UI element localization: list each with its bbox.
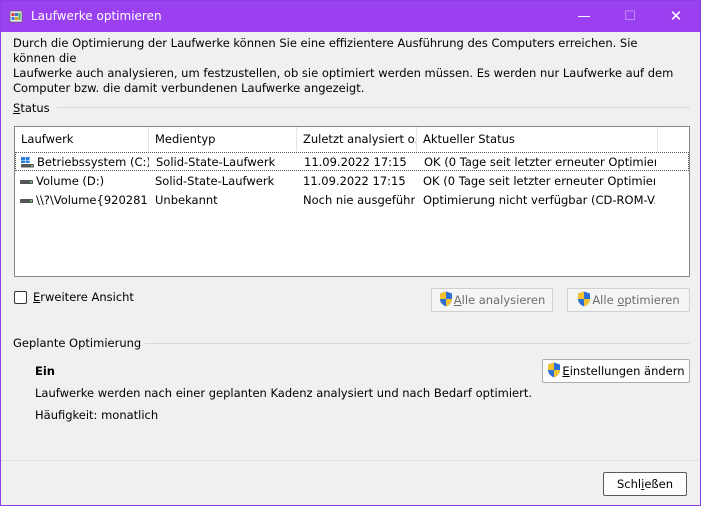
analyze-all-button[interactable]: Alle analysieren [431, 288, 553, 312]
optimize-all-button[interactable]: Alle optimieren [567, 288, 690, 312]
intro-line: Laufwerke auch analysieren, um festzuste… [13, 66, 674, 80]
scheduled-state: Ein [35, 364, 55, 378]
dialog-footer: Schließen [1, 460, 700, 505]
intro-line: Durch die Optimierung der Laufwerke könn… [13, 36, 638, 65]
uac-shield-icon [439, 291, 452, 307]
drive-last-analyzed: 11.09.2022 17:15 [303, 174, 406, 188]
drive-row-d[interactable]: Volume (D:) Solid-State-Laufwerk 11.09.2… [15, 172, 689, 191]
windows-drive-icon [21, 157, 34, 168]
drive-icon [20, 199, 33, 203]
status-group-heading: Status [13, 101, 50, 115]
drive-media-type: Unbekannt [155, 193, 218, 207]
drive-status: Optimierung nicht verfügbar (CD-ROM-V... [423, 193, 655, 207]
intro-line: Computer bzw. die damit verbundenen Lauf… [13, 81, 365, 95]
minimize-button[interactable]: — [561, 1, 607, 32]
intro-text: Durch die Optimierung der Laufwerke könn… [13, 36, 683, 96]
drive-status: OK (0 Tage seit letzter erneuter Optimie… [423, 174, 655, 188]
drive-name: \\?\Volume{920281... [36, 193, 148, 207]
drives-list[interactable]: Laufwerk Medientyp Zuletzt analysiert o.… [14, 126, 690, 277]
uac-shield-icon [548, 362, 561, 378]
column-last-analyzed[interactable]: Zuletzt analysiert o... [297, 127, 417, 151]
column-current-status[interactable]: Aktueller Status [417, 127, 658, 151]
drive-name: Volume (D:) [36, 174, 105, 188]
scheduled-description: Laufwerke werden nach einer geplanten Ka… [35, 386, 533, 400]
drive-icon [20, 180, 33, 184]
drive-row-c[interactable]: Betriebssystem (C:) Solid-State-Laufwerk… [15, 152, 689, 171]
status-group-divider [57, 107, 690, 108]
drive-name: Betriebssystem (C:) [37, 155, 149, 169]
window-title: Laufwerke optimieren [31, 9, 162, 23]
drive-media-type: Solid-State-Laufwerk [156, 155, 276, 169]
drive-status: OK (0 Tage seit letzter erneuter Optimie… [424, 155, 656, 169]
column-media-type[interactable]: Medientyp [149, 127, 297, 151]
maximize-button[interactable]: ☐ [607, 1, 653, 32]
change-settings-button[interactable]: Einstellungen ändern [542, 359, 690, 383]
drives-list-header: Laufwerk Medientyp Zuletzt analysiert o.… [15, 127, 689, 151]
drive-row-volume[interactable]: \\?\Volume{920281... Unbekannt Noch nie … [15, 191, 689, 210]
close-button[interactable]: Schließen [603, 472, 687, 496]
drive-last-analyzed: 11.09.2022 17:15 [304, 155, 407, 169]
scheduled-group-heading: Geplante Optimierung [13, 336, 142, 350]
advanced-view-checkbox[interactable] [14, 291, 27, 304]
uac-shield-icon [578, 291, 591, 307]
close-window-button[interactable]: ✕ [653, 1, 699, 32]
scheduled-frequency: Häufigkeit: monatlich [35, 408, 159, 422]
column-drive[interactable]: Laufwerk [15, 127, 149, 151]
defrag-app-icon [9, 10, 23, 23]
advanced-view-label: Erweitere Ansicht [33, 290, 134, 304]
optimize-drives-window: Laufwerke optimieren — ☐ ✕ Durch die Opt… [0, 0, 701, 506]
drive-last-analyzed: Noch nie ausgeführt [303, 193, 415, 207]
title-bar[interactable]: Laufwerke optimieren — ☐ ✕ [1, 1, 700, 32]
dialog-content: Durch die Optimierung der Laufwerke könn… [1, 32, 700, 460]
drive-media-type: Solid-State-Laufwerk [155, 174, 275, 188]
scheduled-group-divider [145, 343, 690, 344]
